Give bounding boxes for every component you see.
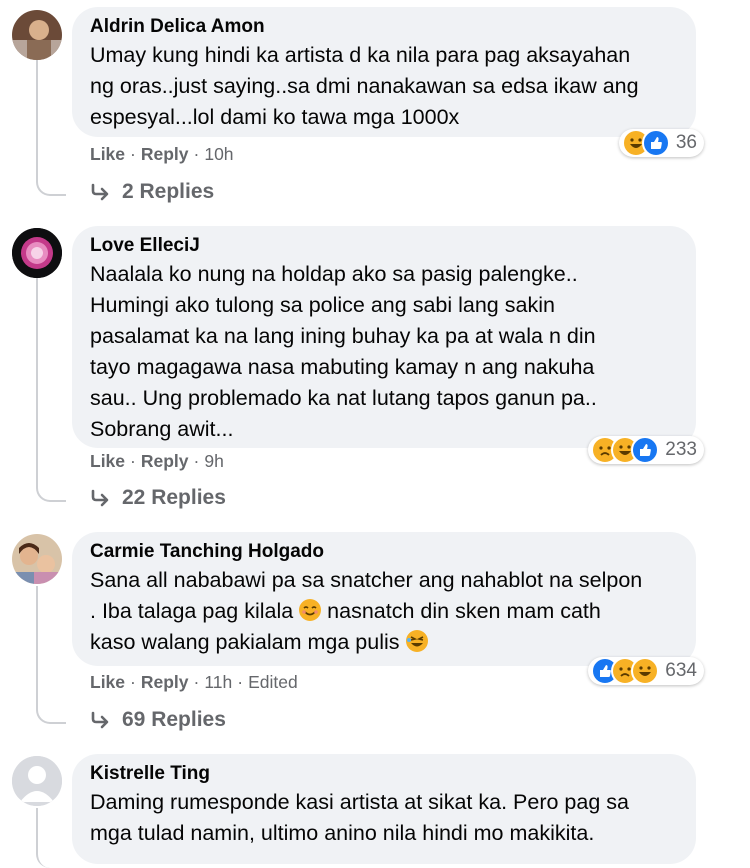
- comment-text-segment: . Iba talaga pag kilala: [90, 599, 294, 623]
- comment-bubble: Kistrelle Ting Daming rumesponde kasi ar…: [72, 754, 696, 864]
- view-replies-button[interactable]: 22 Replies: [90, 486, 226, 510]
- reaction-count: 233: [665, 439, 697, 460]
- comment-text-line: Sobrang awit...: [90, 417, 234, 441]
- comment-text-line: pasalamat ka na lang ining buhay ka pa a…: [90, 324, 596, 348]
- rolling-laughing-emoji-icon: [405, 630, 428, 652]
- reply-button[interactable]: Reply: [141, 451, 189, 472]
- reaction-count: 36: [675, 132, 697, 153]
- comment-text-line: Sana all nababawi pa sa snatcher ang nah…: [90, 568, 643, 592]
- comment-author[interactable]: Kistrelle Ting: [90, 761, 678, 787]
- thread-line: [36, 586, 66, 724]
- comment-text-line: Umay kung hindi ka artista d ka nila par…: [90, 43, 631, 67]
- comment-text-line: Humingi ako tulong sa police ang sabi la…: [90, 293, 555, 317]
- comment-author[interactable]: Carmie Tanching Holgado: [90, 539, 678, 565]
- like-button[interactable]: Like: [90, 672, 125, 693]
- separator: ·: [130, 144, 136, 164]
- comment-actions: Like · Reply · 11h · Edited: [90, 672, 298, 693]
- reaction-summary[interactable]: 634: [588, 657, 704, 685]
- comment-author[interactable]: Love ElleciJ: [90, 233, 678, 259]
- replies-label: 2 Replies: [122, 180, 215, 203]
- separator: ·: [130, 672, 136, 692]
- reply-button[interactable]: Reply: [141, 672, 189, 693]
- comment-text-line: . Iba talaga pag kilala nasnatch din ske…: [90, 596, 678, 627]
- avatar[interactable]: [12, 756, 62, 806]
- timestamp[interactable]: 10h: [204, 144, 233, 165]
- thread-line: [36, 808, 66, 868]
- comment-text-line: mga tulad namin, ultimo anino nila hindi…: [90, 821, 595, 845]
- comment-text-line: espesyal...lol dami ko tawa mga 1000x: [90, 105, 460, 129]
- like-button[interactable]: Like: [90, 451, 125, 472]
- smiling-face-emoji-icon: [299, 599, 322, 621]
- separator: ·: [193, 451, 200, 471]
- reply-arrow-icon: [91, 183, 109, 201]
- comment-text-segment: kaso walang pakialam mga pulis: [90, 630, 400, 654]
- reply-arrow-icon: [91, 711, 109, 729]
- like-button[interactable]: Like: [90, 144, 125, 165]
- like-reaction-icon: [631, 436, 660, 464]
- haha-reaction-icon: [631, 657, 660, 685]
- thread-line: [36, 60, 66, 196]
- separator: ·: [193, 672, 200, 692]
- thread-line: [36, 278, 66, 502]
- replies-label: 22 Replies: [122, 486, 226, 509]
- view-replies-button[interactable]: 2 Replies: [90, 180, 214, 204]
- separator: ·: [130, 451, 136, 471]
- avatar[interactable]: [12, 10, 62, 60]
- separator: ·: [237, 672, 244, 692]
- edited-label[interactable]: Edited: [248, 672, 298, 693]
- comment-bubble: Carmie Tanching Holgado Sana all nababaw…: [72, 532, 704, 685]
- like-reaction-icon: [641, 129, 670, 157]
- comment-text-line: tayo magagawa nasa mabuting kamay n ang …: [90, 355, 595, 379]
- timestamp[interactable]: 9h: [204, 451, 223, 472]
- comment-bubble: Love ElleciJ Naalala ko nung na holdap a…: [72, 226, 704, 464]
- reaction-count: 634: [665, 660, 697, 681]
- avatar[interactable]: [12, 228, 62, 278]
- reply-arrow-icon: [91, 489, 109, 507]
- reply-button[interactable]: Reply: [141, 144, 189, 165]
- comment-author[interactable]: Aldrin Delica Amon: [90, 14, 678, 40]
- separator: ·: [193, 144, 200, 164]
- comment-actions: Like · Reply · 9h: [90, 451, 224, 472]
- reaction-summary[interactable]: 36: [618, 129, 704, 157]
- comment-text-line: Naalala ko nung na holdap ako sa pasig p…: [90, 262, 578, 286]
- view-replies-button[interactable]: 69 Replies: [90, 708, 226, 732]
- avatar[interactable]: [12, 534, 62, 584]
- comment-text-line: kaso walang pakialam mga pulis: [90, 627, 678, 658]
- comment-text-segment: nasnatch din sken mam cath: [327, 599, 601, 623]
- comment-text-line: sau.. Ung problemado ka nat lutang tapos…: [90, 386, 597, 410]
- comment-actions: Like · Reply · 10h: [90, 144, 234, 165]
- reaction-summary[interactable]: 233: [588, 436, 704, 464]
- comment-bubble: Aldrin Delica Amon Umay kung hindi ka ar…: [72, 7, 704, 157]
- timestamp[interactable]: 11h: [204, 672, 232, 693]
- comment-text-line: Daming rumesponde kasi artista at sikat …: [90, 790, 629, 814]
- comment-text-line: ng oras..just saying..sa dmi nanakawan s…: [90, 74, 639, 98]
- replies-label: 69 Replies: [122, 708, 226, 731]
